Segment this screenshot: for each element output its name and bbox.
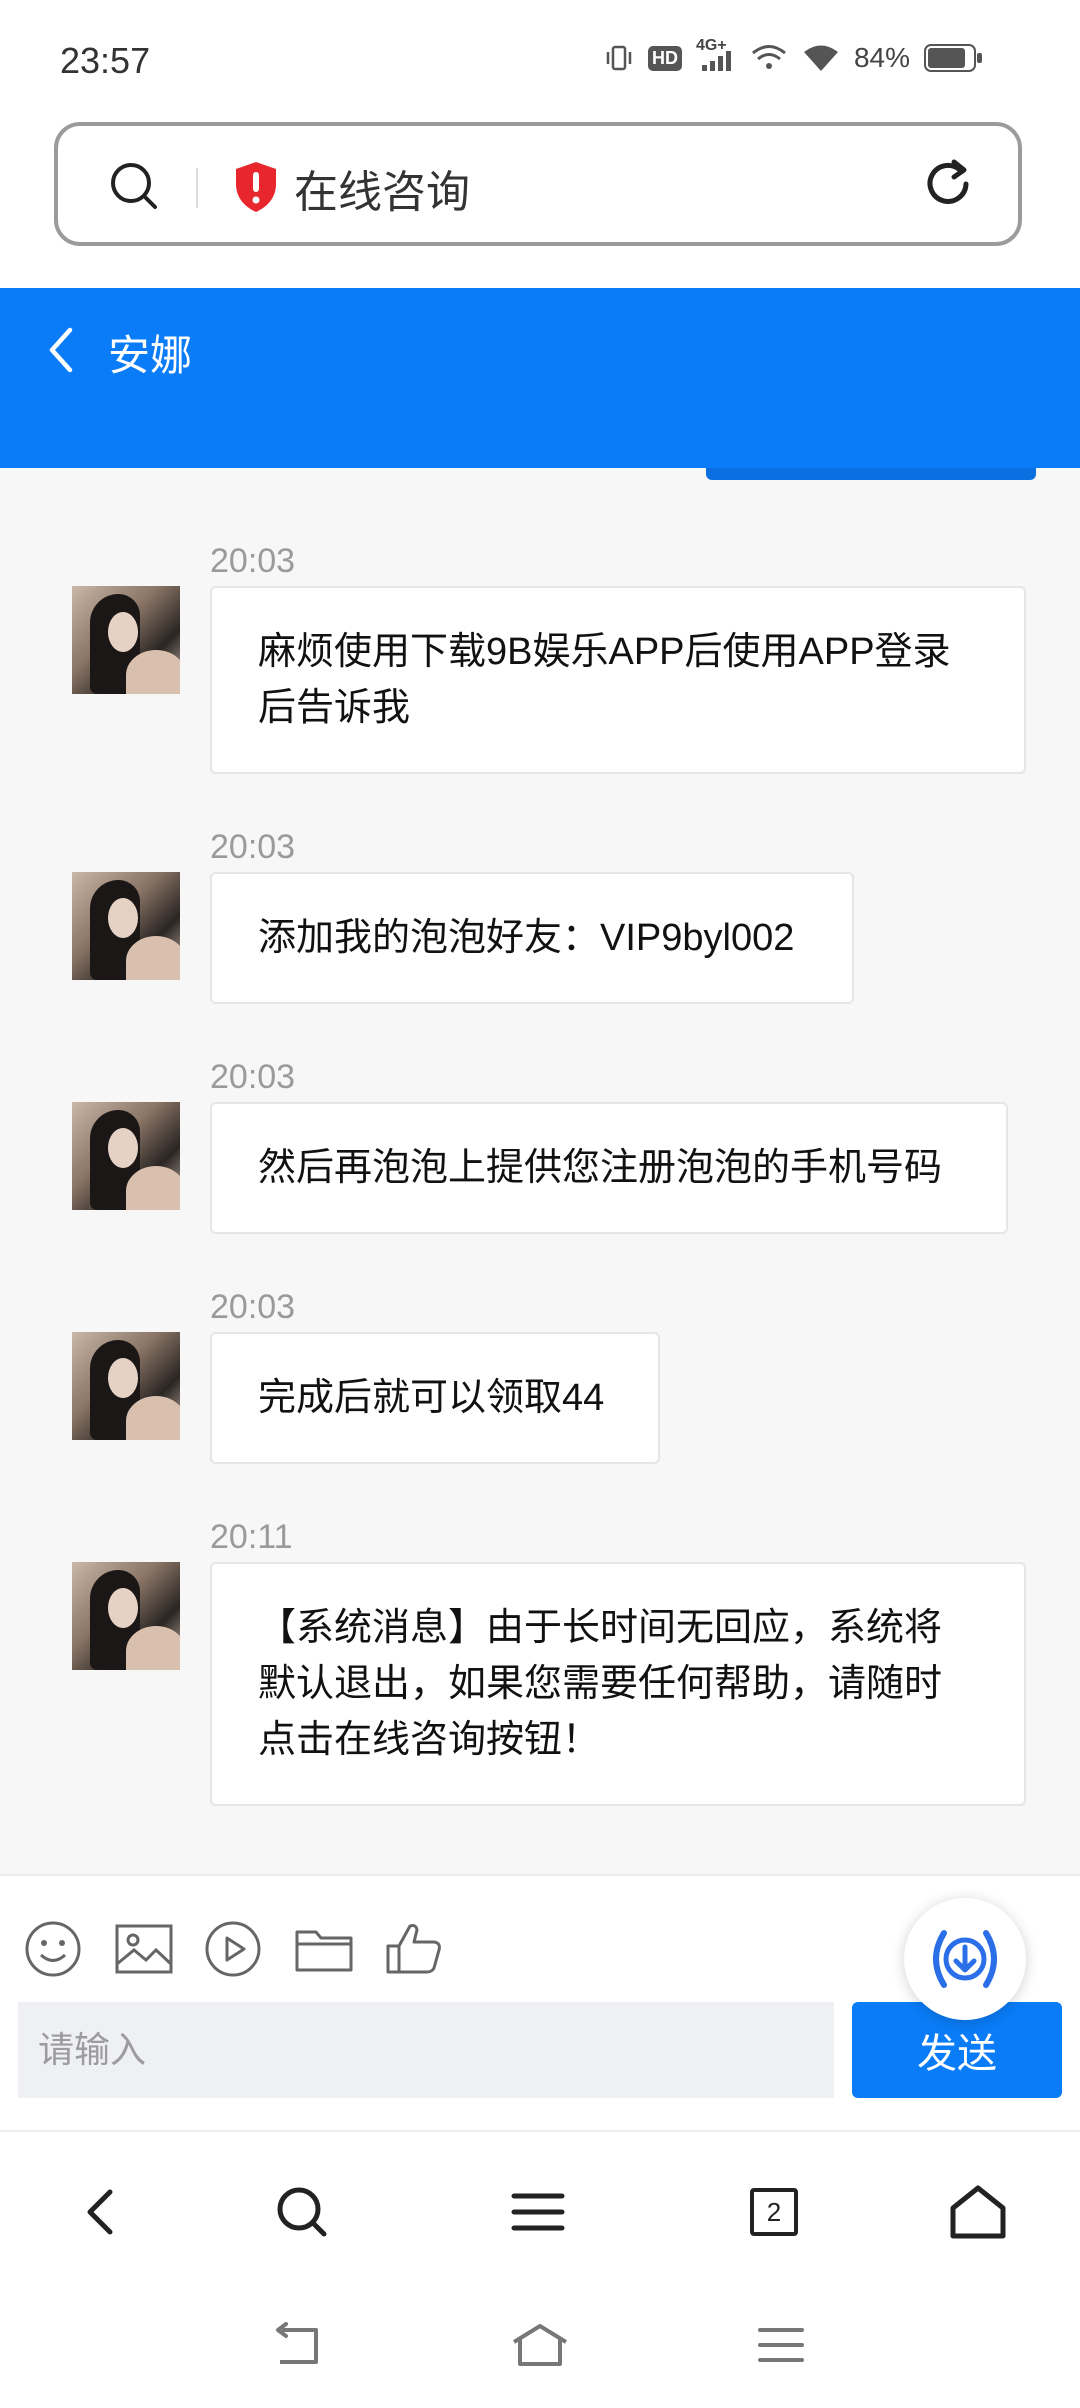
message-bubble: 麻烦使用下载9B娱乐APP后使用APP登录后告诉我: [210, 586, 1026, 774]
message-bubble: 添加我的泡泡好友：VIP9byl002: [210, 872, 854, 1004]
battery-percent: 84%: [853, 42, 910, 73]
hd-icon: HD: [647, 45, 682, 71]
video-icon[interactable]: [204, 1920, 262, 1983]
message-input[interactable]: [18, 2002, 834, 2098]
chat-area[interactable]: 20:03 麻烦使用下载9B娱乐APP后使用APP登录后告诉我 20:03 添加…: [0, 468, 1080, 1874]
address-bar[interactable]: 在线咨询: [54, 122, 1022, 246]
chevron-left-icon[interactable]: [46, 326, 76, 379]
folder-icon[interactable]: [294, 1920, 354, 1983]
message-time: 20:03: [210, 828, 296, 866]
message-bubble: 然后再泡泡上提供您注册泡泡的手机号码: [210, 1102, 1008, 1234]
search-icon[interactable]: [264, 2174, 340, 2250]
address-divider: [196, 168, 198, 208]
message-time: 20:03: [210, 1058, 296, 1096]
avatar[interactable]: [72, 1332, 180, 1440]
chat-header: 安娜: [0, 288, 1080, 468]
back-icon[interactable]: [62, 2174, 138, 2250]
message-time: 20:03: [210, 542, 296, 580]
chat-title: 安娜: [108, 332, 193, 379]
composer-toolbar: 发送: [0, 1874, 1080, 2132]
avatar[interactable]: [72, 1102, 180, 1210]
signal-icon: 4G+: [696, 37, 736, 73]
battery-fill: [928, 48, 965, 68]
thumbs-up-icon[interactable]: [384, 1920, 444, 1983]
menu-icon[interactable]: [500, 2174, 576, 2250]
download-waves-icon: [933, 1930, 997, 1988]
home-icon[interactable]: [940, 2174, 1016, 2250]
avatar[interactable]: [72, 586, 180, 694]
status-time: 23:57: [60, 40, 151, 81]
avatar[interactable]: [72, 872, 180, 980]
avatar[interactable]: [72, 1562, 180, 1670]
tab-count: 2: [766, 2196, 782, 2227]
vibrate-icon: [604, 43, 634, 73]
wifi-calling-icon: [750, 43, 788, 73]
reload-icon[interactable]: [920, 156, 976, 217]
message-bubble: 【系统消息】由于长时间无回应，系统将默认退出，如果您需要任何帮助，请随时点击在线…: [210, 1562, 1026, 1806]
address-title[interactable]: 在线咨询: [294, 156, 470, 220]
system-back-icon[interactable]: [272, 2322, 326, 2373]
system-recents-icon[interactable]: [756, 2322, 806, 2373]
network-label: 4G+: [695, 37, 727, 54]
wifi-icon: [802, 43, 840, 73]
message-time: 20:03: [210, 1288, 296, 1326]
message-bubble: 完成后就可以领取44: [210, 1332, 660, 1464]
search-icon[interactable]: [108, 160, 160, 217]
message-time: 20:11: [210, 1518, 293, 1556]
status-bar: 23:57 HD 4G+ 84%: [0, 0, 1080, 120]
browser-nav: 2: [0, 2130, 1080, 2288]
emoji-icon[interactable]: [24, 1920, 82, 1983]
header-tab-indicator: [706, 468, 1036, 480]
status-icons: HD 4G+ 84%: [604, 37, 982, 74]
tabs-icon[interactable]: 2: [736, 2174, 812, 2250]
system-nav: [0, 2286, 1080, 2408]
floating-download-button[interactable]: [904, 1898, 1026, 2020]
shield-alert-icon[interactable]: [232, 160, 280, 219]
image-icon[interactable]: [114, 1920, 174, 1983]
battery-icon: [924, 44, 982, 72]
system-home-icon[interactable]: [510, 2322, 570, 2373]
